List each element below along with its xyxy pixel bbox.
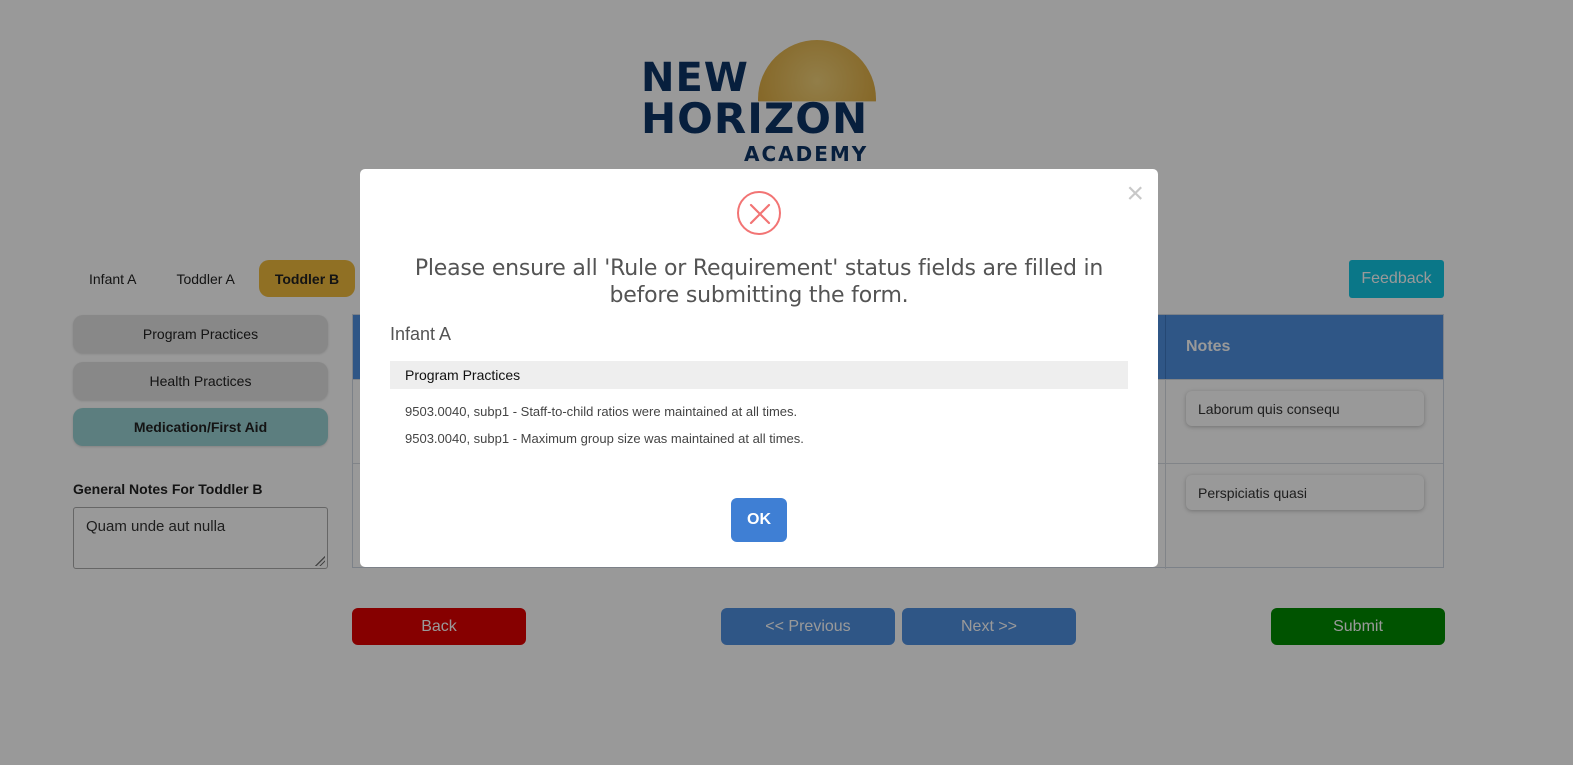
missing-requirement-item: 9503.0040, subp1 - Staff-to-child ratios…: [405, 404, 798, 419]
dialog-title: Please ensure all 'Rule or Requirement' …: [414, 256, 1104, 308]
error-x-icon: [737, 191, 781, 235]
dialog-section-name: Infant A: [390, 324, 452, 344]
validation-error-dialog: × Please ensure all 'Rule or Requirement…: [360, 169, 1158, 567]
ok-button[interactable]: OK: [731, 498, 787, 542]
missing-requirement-item: 9503.0040, subp1 - Maximum group size wa…: [405, 431, 804, 446]
dialog-category-header: Program Practices: [390, 361, 1128, 389]
close-icon[interactable]: ×: [1126, 179, 1144, 209]
